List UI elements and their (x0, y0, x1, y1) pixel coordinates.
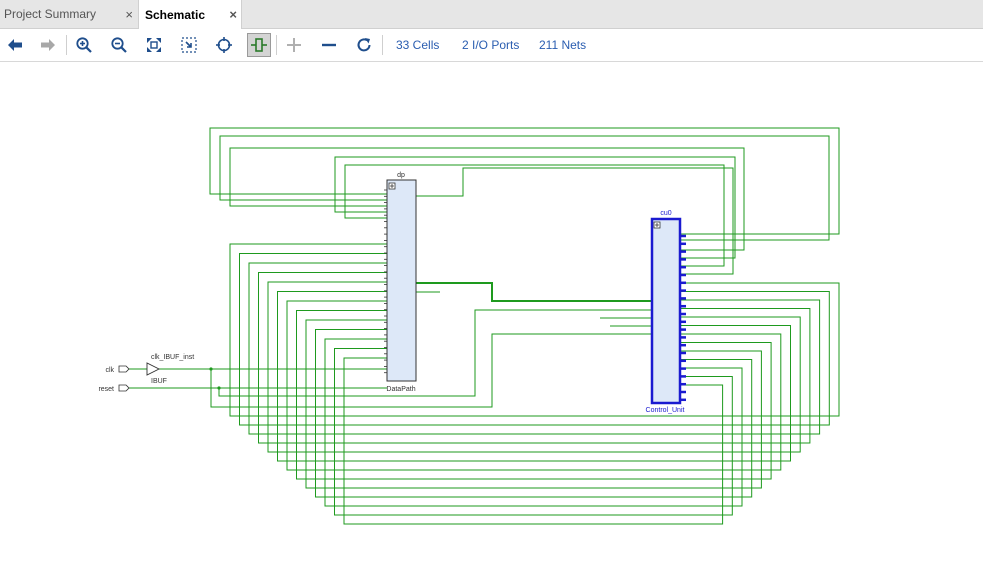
fit-view-button[interactable] (142, 33, 166, 57)
datapath-block[interactable] (386, 179, 417, 382)
select-tool-button[interactable] (212, 33, 236, 57)
net-wire[interactable] (267, 281, 801, 453)
fit-view-icon (147, 38, 161, 52)
net-wire[interactable] (315, 329, 753, 498)
net-junction (209, 367, 213, 371)
nets-count-link[interactable]: 211 Nets (539, 38, 586, 52)
net-junction (217, 386, 221, 390)
remove-button[interactable] (317, 33, 341, 57)
tab-schematic[interactable]: Schematic × (138, 0, 242, 29)
net-wire[interactable] (416, 282, 652, 302)
cells-count-link[interactable]: 33 Cells (396, 38, 439, 52)
forward-arrow-icon (41, 39, 55, 51)
io-ports-count-link[interactable]: 2 I/O Ports (462, 38, 519, 52)
net-wire[interactable] (209, 127, 840, 235)
control-unit-block[interactable] (650, 217, 682, 405)
port-clk-icon[interactable] (118, 365, 130, 373)
routing-toggle-button[interactable] (247, 33, 271, 57)
zoom-out-button[interactable] (107, 33, 131, 57)
ibuf-type-label: IBUF (151, 378, 167, 385)
refresh-button[interactable] (352, 33, 376, 57)
datapath-type-label: DataPath (386, 386, 415, 393)
back-button[interactable] (3, 33, 27, 57)
schematic-canvas[interactable]: dp DataPath cu0 Control_Unit clk reset c… (0, 62, 983, 579)
forward-button[interactable] (36, 33, 60, 57)
tab-label: Project Summary (4, 7, 97, 21)
schematic-toolbar: 33 Cells 2 I/O Ports 211 Nets (0, 29, 983, 62)
close-icon[interactable]: × (125, 7, 133, 22)
ibuf-instance-label: clk_IBUF_inst (151, 354, 194, 361)
zoom-in-icon (76, 37, 92, 53)
port-clk-label: clk (105, 367, 114, 374)
control-unit-instance-label: cu0 (660, 210, 671, 217)
toolbar-divider (382, 35, 383, 55)
add-icon (287, 38, 301, 52)
tab-project-summary[interactable]: Project Summary × (0, 0, 137, 28)
ibuf-buffer-icon[interactable] (146, 362, 161, 376)
toolbar-divider (66, 35, 67, 55)
schematic-diagram[interactable]: dp DataPath cu0 Control_Unit clk reset c… (0, 62, 983, 579)
net-wires[interactable] (129, 127, 840, 525)
crosshair-icon (216, 37, 232, 53)
net-wire[interactable] (305, 319, 762, 489)
zoom-area-button[interactable] (177, 33, 201, 57)
routing-toggle-icon (251, 38, 267, 52)
remove-icon (322, 43, 336, 47)
net-wire[interactable] (218, 309, 652, 397)
zoom-out-icon (111, 37, 127, 53)
close-icon[interactable]: × (229, 7, 237, 22)
net-wire[interactable] (296, 310, 772, 480)
net-wire[interactable] (219, 135, 830, 241)
control-unit-type-label: Control_Unit (646, 407, 685, 414)
back-arrow-icon (8, 39, 22, 51)
zoom-area-icon (181, 37, 197, 53)
refresh-icon (357, 38, 371, 52)
add-button[interactable] (282, 33, 306, 57)
tab-label: Schematic (145, 7, 206, 22)
port-reset-label: reset (98, 386, 114, 393)
toolbar-divider (276, 35, 277, 55)
datapath-instance-label: dp (397, 172, 405, 179)
zoom-in-button[interactable] (72, 33, 96, 57)
net-wire[interactable] (258, 272, 811, 444)
tab-bar: Project Summary × Schematic × (0, 0, 983, 29)
port-reset-icon[interactable] (118, 384, 130, 392)
